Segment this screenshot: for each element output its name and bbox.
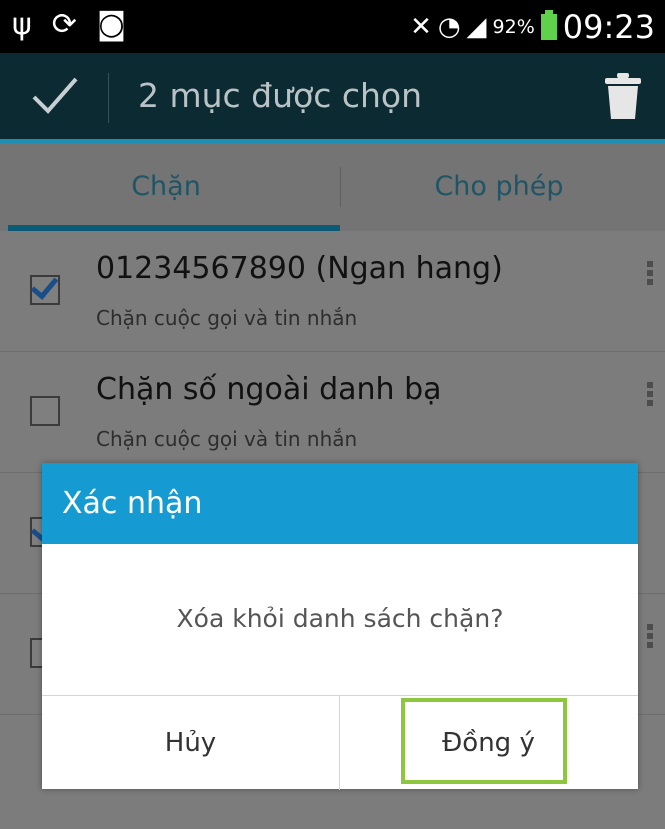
overflow-menu-icon[interactable] bbox=[647, 261, 653, 288]
tab-block[interactable]: Chặn bbox=[0, 143, 332, 231]
done-check-icon[interactable] bbox=[30, 73, 80, 119]
nfc-icon: ✕ bbox=[410, 12, 432, 42]
action-bar-divider bbox=[108, 73, 109, 123]
wifi-icon: ◔ bbox=[437, 12, 461, 42]
status-bar: ψ ⟳ ◙ ✕ ◔ ◢ 92% 09:23 bbox=[0, 0, 665, 53]
item-subtitle: Chặn cuộc gọi và tin nhắn bbox=[96, 427, 358, 451]
dialog-title: Xác nhận bbox=[42, 463, 638, 544]
selection-count-title: 2 mục được chọn bbox=[138, 76, 423, 115]
battery-percent: 92% bbox=[492, 16, 535, 38]
trash-icon[interactable] bbox=[603, 71, 643, 121]
item-checkbox[interactable] bbox=[30, 396, 60, 426]
tab-bar: Chặn Cho phép bbox=[0, 143, 665, 231]
signal-icon: ◢ bbox=[466, 12, 487, 42]
sync-icon: ⟳ bbox=[51, 7, 77, 42]
cancel-button[interactable]: Hủy bbox=[42, 696, 339, 790]
tab-allow[interactable]: Cho phép bbox=[333, 143, 665, 231]
battery-icon bbox=[540, 10, 557, 40]
item-checkbox[interactable] bbox=[30, 275, 60, 305]
item-title: Chặn số ngoài danh bạ bbox=[96, 372, 442, 407]
item-subtitle: Chặn cuộc gọi và tin nhắn bbox=[96, 306, 358, 330]
shopping-bag-icon: ◙ bbox=[96, 7, 127, 42]
action-bar: 2 mục được chọn bbox=[0, 53, 665, 143]
usb-icon: ψ bbox=[12, 7, 32, 42]
overflow-menu-icon[interactable] bbox=[647, 624, 653, 651]
item-title: 01234567890 (Ngan hang) bbox=[96, 251, 503, 286]
list-item[interactable]: Chặn số ngoài danh bạ Chặn cuộc gọi và t… bbox=[0, 352, 665, 473]
status-right-icons: ✕ ◔ ◢ 92% 09:23 bbox=[410, 8, 655, 46]
clock: 09:23 bbox=[562, 8, 655, 46]
dialog-message: Xóa khỏi danh sách chặn? bbox=[176, 604, 504, 633]
list-item[interactable]: 01234567890 (Ngan hang) Chặn cuộc gọi và… bbox=[0, 231, 665, 352]
overflow-menu-icon[interactable] bbox=[647, 382, 653, 409]
status-left-icons: ψ ⟳ ◙ bbox=[12, 6, 126, 44]
confirm-button-highlight bbox=[401, 698, 567, 784]
